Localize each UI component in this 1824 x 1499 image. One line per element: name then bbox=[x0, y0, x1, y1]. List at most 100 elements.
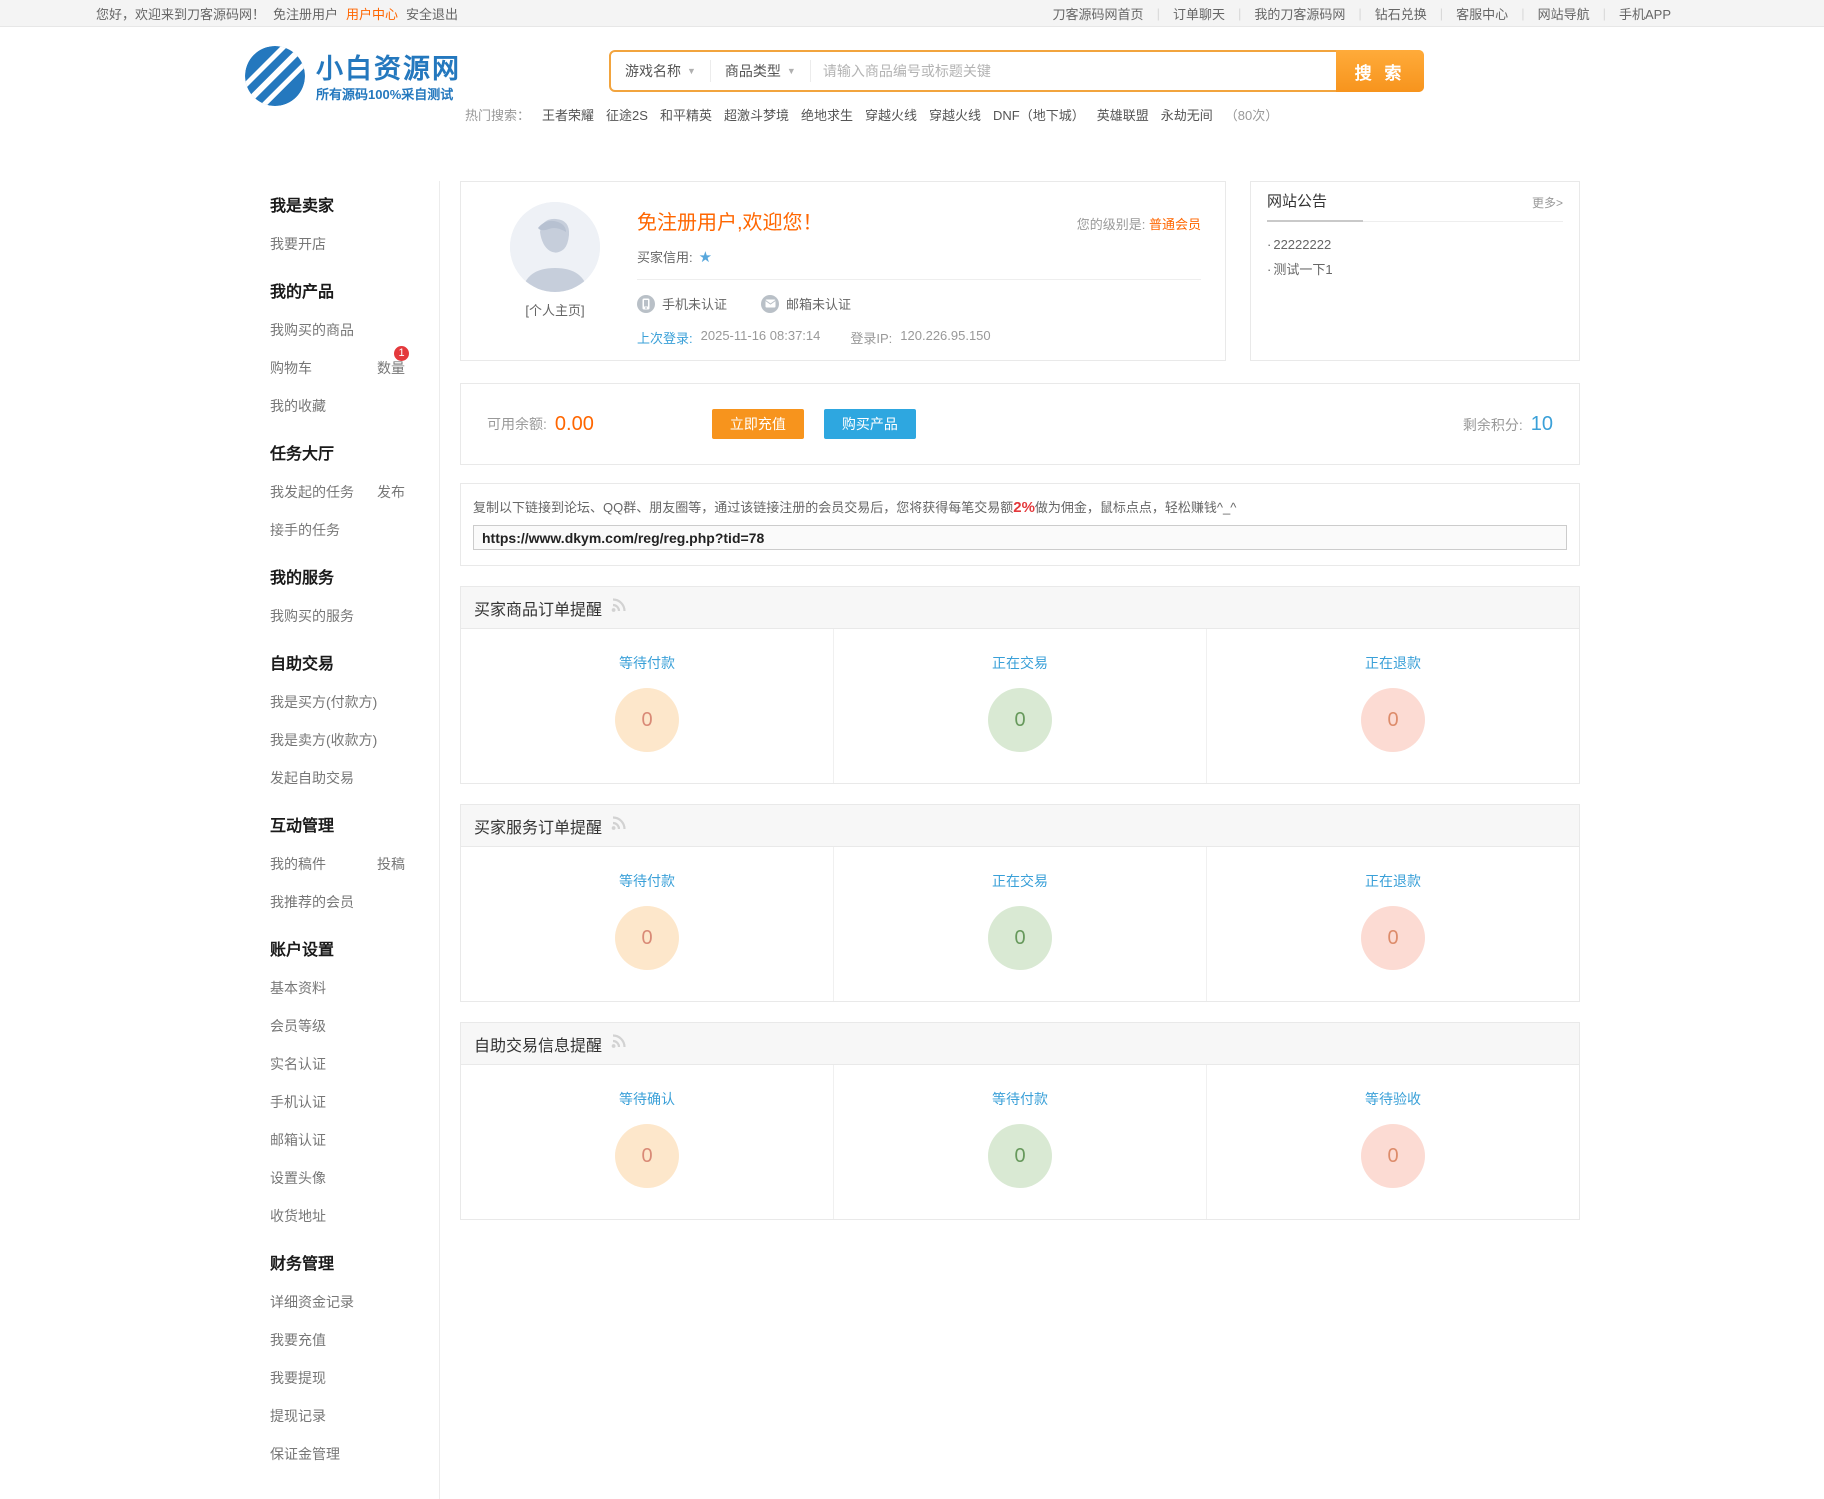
search-button[interactable]: 搜 索 bbox=[1336, 50, 1424, 92]
sidebar-item[interactable]: 手机认证 bbox=[270, 1083, 439, 1121]
sidebar-group-items: 基本资料 会员等级 实名认证 手机认证 邮箱认证 bbox=[270, 969, 439, 1235]
hot-search-link[interactable]: 王者荣耀 bbox=[542, 105, 594, 124]
sidebar-item[interactable]: 我要开店 bbox=[270, 225, 439, 263]
topbar-username: 免注册用户 bbox=[273, 4, 338, 23]
last-login-time: 2025-11-16 08:37:14 bbox=[701, 328, 821, 347]
sidebar-item[interactable]: 会员等级 bbox=[270, 1007, 439, 1045]
phone-verify-status[interactable]: 手机未认证 bbox=[637, 294, 727, 313]
hot-search-link[interactable]: 和平精英 bbox=[660, 105, 712, 124]
sidebar-item[interactable]: 基本资料 bbox=[270, 969, 439, 1007]
sidebar-item[interactable]: 详细资金记录 bbox=[270, 1283, 439, 1321]
hot-search-link[interactable]: 穿越火线 bbox=[929, 105, 981, 124]
status-count-circle[interactable]: 0 bbox=[1361, 688, 1425, 752]
topbar-link[interactable]: 网站导航 bbox=[1525, 4, 1603, 23]
sidebar-group-heading: 我的服务 bbox=[270, 555, 439, 597]
sidebar-item[interactable]: 我是卖方(收款方) bbox=[270, 721, 439, 759]
status-column: 等待付款 0 bbox=[833, 1065, 1206, 1219]
status-count-circle[interactable]: 0 bbox=[1361, 1124, 1425, 1188]
sidebar-item[interactable]: 我发起的任务 发布 bbox=[270, 473, 439, 511]
sidebar-group-items: 我的稿件 投稿 我推荐的会员 bbox=[270, 845, 439, 921]
notice-item[interactable]: 22222222 bbox=[1267, 232, 1563, 257]
status-link[interactable]: 正在交易 bbox=[992, 653, 1048, 673]
sidebar-item[interactable]: 接手的任务 bbox=[270, 511, 439, 549]
user-center-link[interactable]: 用户中心 bbox=[346, 4, 398, 23]
sidebar-item[interactable]: 我的收藏 bbox=[270, 387, 439, 425]
search-input[interactable] bbox=[811, 63, 1336, 79]
hot-search-link[interactable]: 征途2S bbox=[606, 105, 648, 124]
sidebar-item[interactable]: 发起自助交易 bbox=[270, 759, 439, 797]
sidebar-item-extra[interactable]: 发布 bbox=[377, 482, 405, 502]
member-level-link[interactable]: 普通会员 bbox=[1149, 217, 1201, 232]
topbar-link-item: 客服中心 bbox=[1443, 4, 1524, 23]
referral-link-input[interactable] bbox=[473, 525, 1567, 550]
notice-more-link[interactable]: 更多> bbox=[1532, 194, 1563, 221]
status-column: 正在交易 0 bbox=[833, 629, 1206, 783]
sidebar-item[interactable]: 设置头像 bbox=[270, 1159, 439, 1197]
email-verify-status[interactable]: 邮箱未认证 bbox=[761, 294, 851, 313]
topbar-link[interactable]: 我的刀客源码网 bbox=[1241, 4, 1358, 23]
topbar-link[interactable]: 客服中心 bbox=[1443, 4, 1521, 23]
buy-products-button[interactable]: 购买产品 bbox=[824, 409, 916, 439]
hot-search-link[interactable]: 穿越火线 bbox=[865, 105, 917, 124]
avatar[interactable] bbox=[510, 202, 600, 292]
status-link[interactable]: 等待验收 bbox=[1365, 1089, 1421, 1109]
sidebar-item[interactable]: 保证金管理 bbox=[270, 1435, 439, 1473]
sidebar-group-items: 我购买的服务 bbox=[270, 597, 439, 635]
sidebar-item-label: 我的稿件 bbox=[270, 854, 326, 874]
status-count-circle[interactable]: 0 bbox=[615, 1124, 679, 1188]
sidebar-item[interactable]: 收货地址 bbox=[270, 1197, 439, 1235]
sidebar-item[interactable]: 我的稿件 投稿 bbox=[270, 845, 439, 883]
sidebar-item[interactable]: 我要充值 bbox=[270, 1321, 439, 1359]
status-count-circle[interactable]: 0 bbox=[988, 688, 1052, 752]
status-count-circle[interactable]: 0 bbox=[615, 906, 679, 970]
sidebar-item[interactable]: 我购买的服务 bbox=[270, 597, 439, 635]
personal-homepage-link[interactable]: [个人主页] bbox=[495, 300, 615, 319]
sidebar-group: 财务管理 详细资金记录 我要充值 我要提现 提现记录 bbox=[270, 1241, 439, 1473]
topbar-link[interactable]: 手机APP bbox=[1606, 4, 1684, 23]
recharge-button[interactable]: 立即充值 bbox=[712, 409, 804, 439]
sidebar-item[interactable]: 购物车 数量 1 bbox=[270, 349, 439, 387]
status-link[interactable]: 等待付款 bbox=[619, 871, 675, 891]
sidebar-group: 我是卖家 我要开店 bbox=[270, 183, 439, 263]
status-link[interactable]: 等待确认 bbox=[619, 1089, 675, 1109]
status-count-circle[interactable]: 0 bbox=[615, 688, 679, 752]
sidebar-item[interactable]: 邮箱认证 bbox=[270, 1121, 439, 1159]
hot-search-link[interactable]: 永劫无间 bbox=[1161, 105, 1213, 124]
sidebar-item[interactable]: 我购买的商品 bbox=[270, 311, 439, 349]
hot-search-link[interactable]: 超激斗梦境 bbox=[724, 105, 789, 124]
sidebar-group-heading: 互动管理 bbox=[270, 803, 439, 845]
topbar-link[interactable]: 刀客源码网首页 bbox=[1040, 4, 1157, 23]
count-badge: 1 bbox=[394, 346, 409, 361]
status-count-circle[interactable]: 0 bbox=[988, 1124, 1052, 1188]
sidebar-item[interactable]: 实名认证 bbox=[270, 1045, 439, 1083]
game-filter-dropdown[interactable]: 游戏名称 ▼ bbox=[611, 61, 710, 81]
sidebar-item-extra[interactable]: 投稿 bbox=[377, 854, 405, 874]
section-title: 买家商品订单提醒 bbox=[474, 596, 602, 620]
sidebar-item[interactable]: 提现记录 bbox=[270, 1397, 439, 1435]
sidebar-item-label: 我是卖方(收款方) bbox=[270, 730, 377, 750]
section-title: 买家服务订单提醒 bbox=[474, 814, 602, 838]
site-logo[interactable]: 小白资源网 所有源码100%采自测试 bbox=[244, 45, 461, 112]
sidebar-item-extra[interactable]: 数量 1 bbox=[377, 358, 405, 378]
topbar-link[interactable]: 钻石兑换 bbox=[1362, 4, 1440, 23]
status-link[interactable]: 等待付款 bbox=[619, 653, 675, 673]
status-count-circle[interactable]: 0 bbox=[1361, 906, 1425, 970]
type-filter-dropdown[interactable]: 商品类型 ▼ bbox=[711, 61, 810, 81]
hot-search-link[interactable]: 英雄联盟 bbox=[1097, 105, 1149, 124]
main-content: [个人主页] 免注册用户,欢迎您！ 您的级别是: 普通会员 买家信用: ★ bbox=[460, 181, 1580, 1499]
topbar-link[interactable]: 订单聊天 bbox=[1160, 4, 1238, 23]
sidebar-item-label: 基本资料 bbox=[270, 978, 326, 998]
sidebar-item[interactable]: 我是买方(付款方) bbox=[270, 683, 439, 721]
status-link[interactable]: 正在交易 bbox=[992, 871, 1048, 891]
status-count-circle[interactable]: 0 bbox=[988, 906, 1052, 970]
sidebar-item[interactable]: 我要提现 bbox=[270, 1359, 439, 1397]
hot-search-link[interactable]: 绝地求生 bbox=[801, 105, 853, 124]
hot-search-link[interactable]: DNF（地下城） bbox=[993, 105, 1085, 124]
status-link[interactable]: 正在退款 bbox=[1365, 653, 1421, 673]
sidebar-item-label: 发起自助交易 bbox=[270, 768, 354, 788]
logout-link[interactable]: 安全退出 bbox=[406, 4, 458, 23]
sidebar-item[interactable]: 我推荐的会员 bbox=[270, 883, 439, 921]
notice-item[interactable]: 测试一下1 bbox=[1267, 257, 1563, 282]
status-link[interactable]: 正在退款 bbox=[1365, 871, 1421, 891]
status-link[interactable]: 等待付款 bbox=[992, 1089, 1048, 1109]
